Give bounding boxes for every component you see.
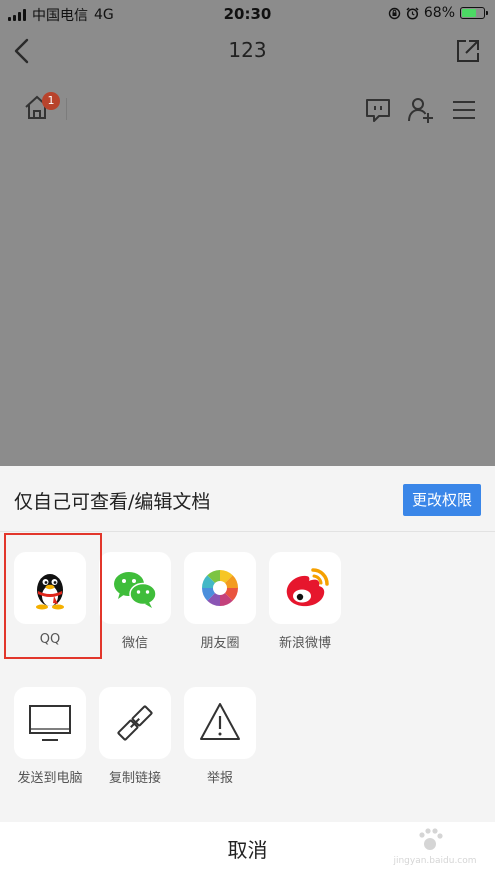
battery-fill (462, 9, 476, 17)
status-right: 68% (388, 5, 488, 21)
alarm-clock-icon (406, 6, 419, 20)
moments-aperture-icon (202, 570, 238, 606)
status-bar: 中国电信 4G 20:30 68% (0, 0, 495, 28)
share-out-icon[interactable] (455, 38, 481, 64)
toolbar-divider (66, 98, 67, 120)
share-weibo-button[interactable] (269, 552, 341, 624)
highlight-annotation-box (4, 533, 102, 659)
weibo-icon (286, 568, 329, 607)
menu-icon[interactable] (450, 96, 478, 124)
report-button[interactable] (184, 687, 256, 759)
send-to-computer-button[interactable] (14, 687, 86, 759)
copy-link-label: 复制链接 (108, 771, 161, 786)
watermark-text: jingyan.baidu.com (393, 856, 477, 866)
navigation-bar: 123 (0, 28, 495, 74)
share-sheet: 仅自己可查看/编辑文档 更改权限 QQ 微信 朋友圈 新浪微博 发送到电脑 复制… (0, 466, 495, 878)
report-label: 举报 (206, 771, 233, 786)
add-user-icon[interactable] (406, 96, 434, 124)
permission-status-text: 仅自己可查看/编辑文档 (14, 491, 211, 513)
paw-logo-icon (419, 828, 443, 850)
share-weibo-label: 新浪微博 (278, 636, 331, 651)
wechat-icon (114, 572, 157, 608)
share-wechat-button[interactable] (99, 552, 171, 624)
orientation-lock-icon (388, 7, 401, 19)
battery-percent: 68% (423, 5, 455, 21)
permission-header: 仅自己可查看/编辑文档 更改权限 (0, 466, 495, 532)
battery-icon (460, 7, 488, 19)
warning-icon (200, 703, 240, 740)
document-title: 123 (228, 38, 267, 62)
share-moments-button[interactable] (184, 552, 256, 624)
link-icon (117, 705, 153, 741)
comment-icon[interactable] (364, 96, 392, 124)
send-to-computer-label: 发送到电脑 (17, 771, 83, 786)
monitor-icon (29, 705, 71, 741)
share-wechat-label: 微信 (121, 636, 148, 651)
notification-badge: 1 (42, 92, 60, 110)
change-permission-button[interactable]: 更改权限 (403, 484, 481, 516)
watermark: jingyan.baidu.com (380, 826, 490, 874)
copy-link-button[interactable] (99, 687, 171, 759)
document-toolbar: 1 (0, 88, 495, 132)
share-moments-label: 朋友圈 (200, 636, 240, 651)
